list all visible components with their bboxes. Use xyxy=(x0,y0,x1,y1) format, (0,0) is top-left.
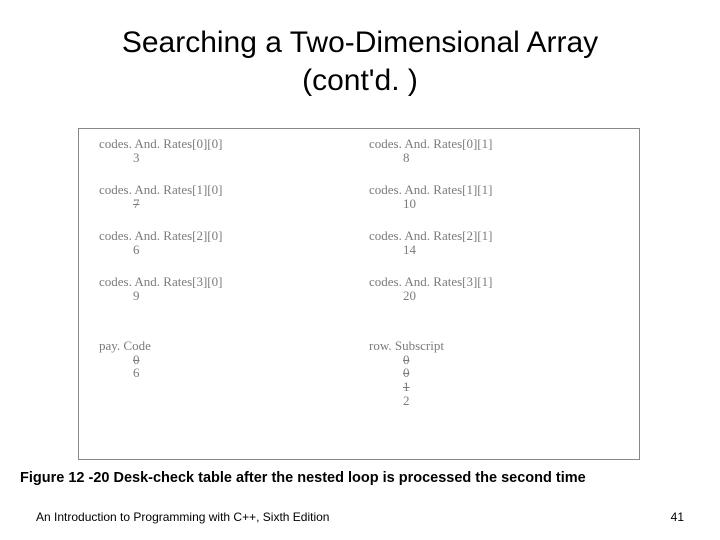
cell-label: codes. And. Rates[2][1] xyxy=(369,229,619,243)
cell-label: codes. And. Rates[1][1] xyxy=(369,183,619,197)
slide-title: Searching a Two-Dimensional Array (cont'… xyxy=(0,0,720,99)
paycode-block: pay. Code 0 6 xyxy=(99,339,349,380)
cell-value: 6 xyxy=(99,243,349,257)
title-line-1: Searching a Two-Dimensional Array xyxy=(122,26,598,59)
cell-value: 10 xyxy=(369,197,619,211)
cell-label: codes. And. Rates[0][0] xyxy=(99,137,349,151)
paycode-struck: 0 xyxy=(99,353,349,367)
cell-value: 3 xyxy=(99,151,349,165)
figure-caption: Figure 12 -20 Desk-check table after the… xyxy=(20,470,586,486)
rowsubscript-block: row. Subscript 0 0 1 2 xyxy=(369,339,619,407)
cell-label: codes. And. Rates[1][0] xyxy=(99,183,349,197)
cell-label: codes. And. Rates[0][1] xyxy=(369,137,619,151)
cell-r1c1: codes. And. Rates[1][1] 10 xyxy=(369,183,619,210)
paycode-value: 6 xyxy=(99,366,349,380)
rowsub-label: row. Subscript xyxy=(369,339,619,353)
cell-value: 8 xyxy=(369,151,619,165)
cell-r0c1: codes. And. Rates[0][1] 8 xyxy=(369,137,619,164)
cell-value: 20 xyxy=(369,289,619,303)
cell-r2c0: codes. And. Rates[2][0] 6 xyxy=(99,229,349,256)
cell-label: codes. And. Rates[2][0] xyxy=(99,229,349,243)
cell-label: codes. And. Rates[3][0] xyxy=(99,275,349,289)
figure-box: codes. And. Rates[0][0] 3 codes. And. Ra… xyxy=(78,128,640,460)
title-line-2: (cont'd. ) xyxy=(302,64,418,97)
rowsub-value: 2 xyxy=(369,394,619,408)
rowsub-struck-2: 0 xyxy=(369,366,619,380)
cell-label: codes. And. Rates[3][1] xyxy=(369,275,619,289)
cell-r3c0: codes. And. Rates[3][0] 9 xyxy=(99,275,349,302)
slide: Searching a Two-Dimensional Array (cont'… xyxy=(0,0,720,540)
cell-r1c0: codes. And. Rates[1][0] 7 xyxy=(99,183,349,210)
footer-book-title: An Introduction to Programming with C++,… xyxy=(36,510,329,524)
cell-r2c1: codes. And. Rates[2][1] 14 xyxy=(369,229,619,256)
cell-value: 9 xyxy=(99,289,349,303)
rowsub-struck-1: 0 xyxy=(369,353,619,367)
page-number: 41 xyxy=(671,510,684,524)
paycode-label: pay. Code xyxy=(99,339,349,353)
cell-value: 14 xyxy=(369,243,619,257)
cell-value: 7 xyxy=(99,197,349,211)
cell-r0c0: codes. And. Rates[0][0] 3 xyxy=(99,137,349,164)
cell-r3c1: codes. And. Rates[3][1] 20 xyxy=(369,275,619,302)
rowsub-struck-3: 1 xyxy=(369,380,619,394)
